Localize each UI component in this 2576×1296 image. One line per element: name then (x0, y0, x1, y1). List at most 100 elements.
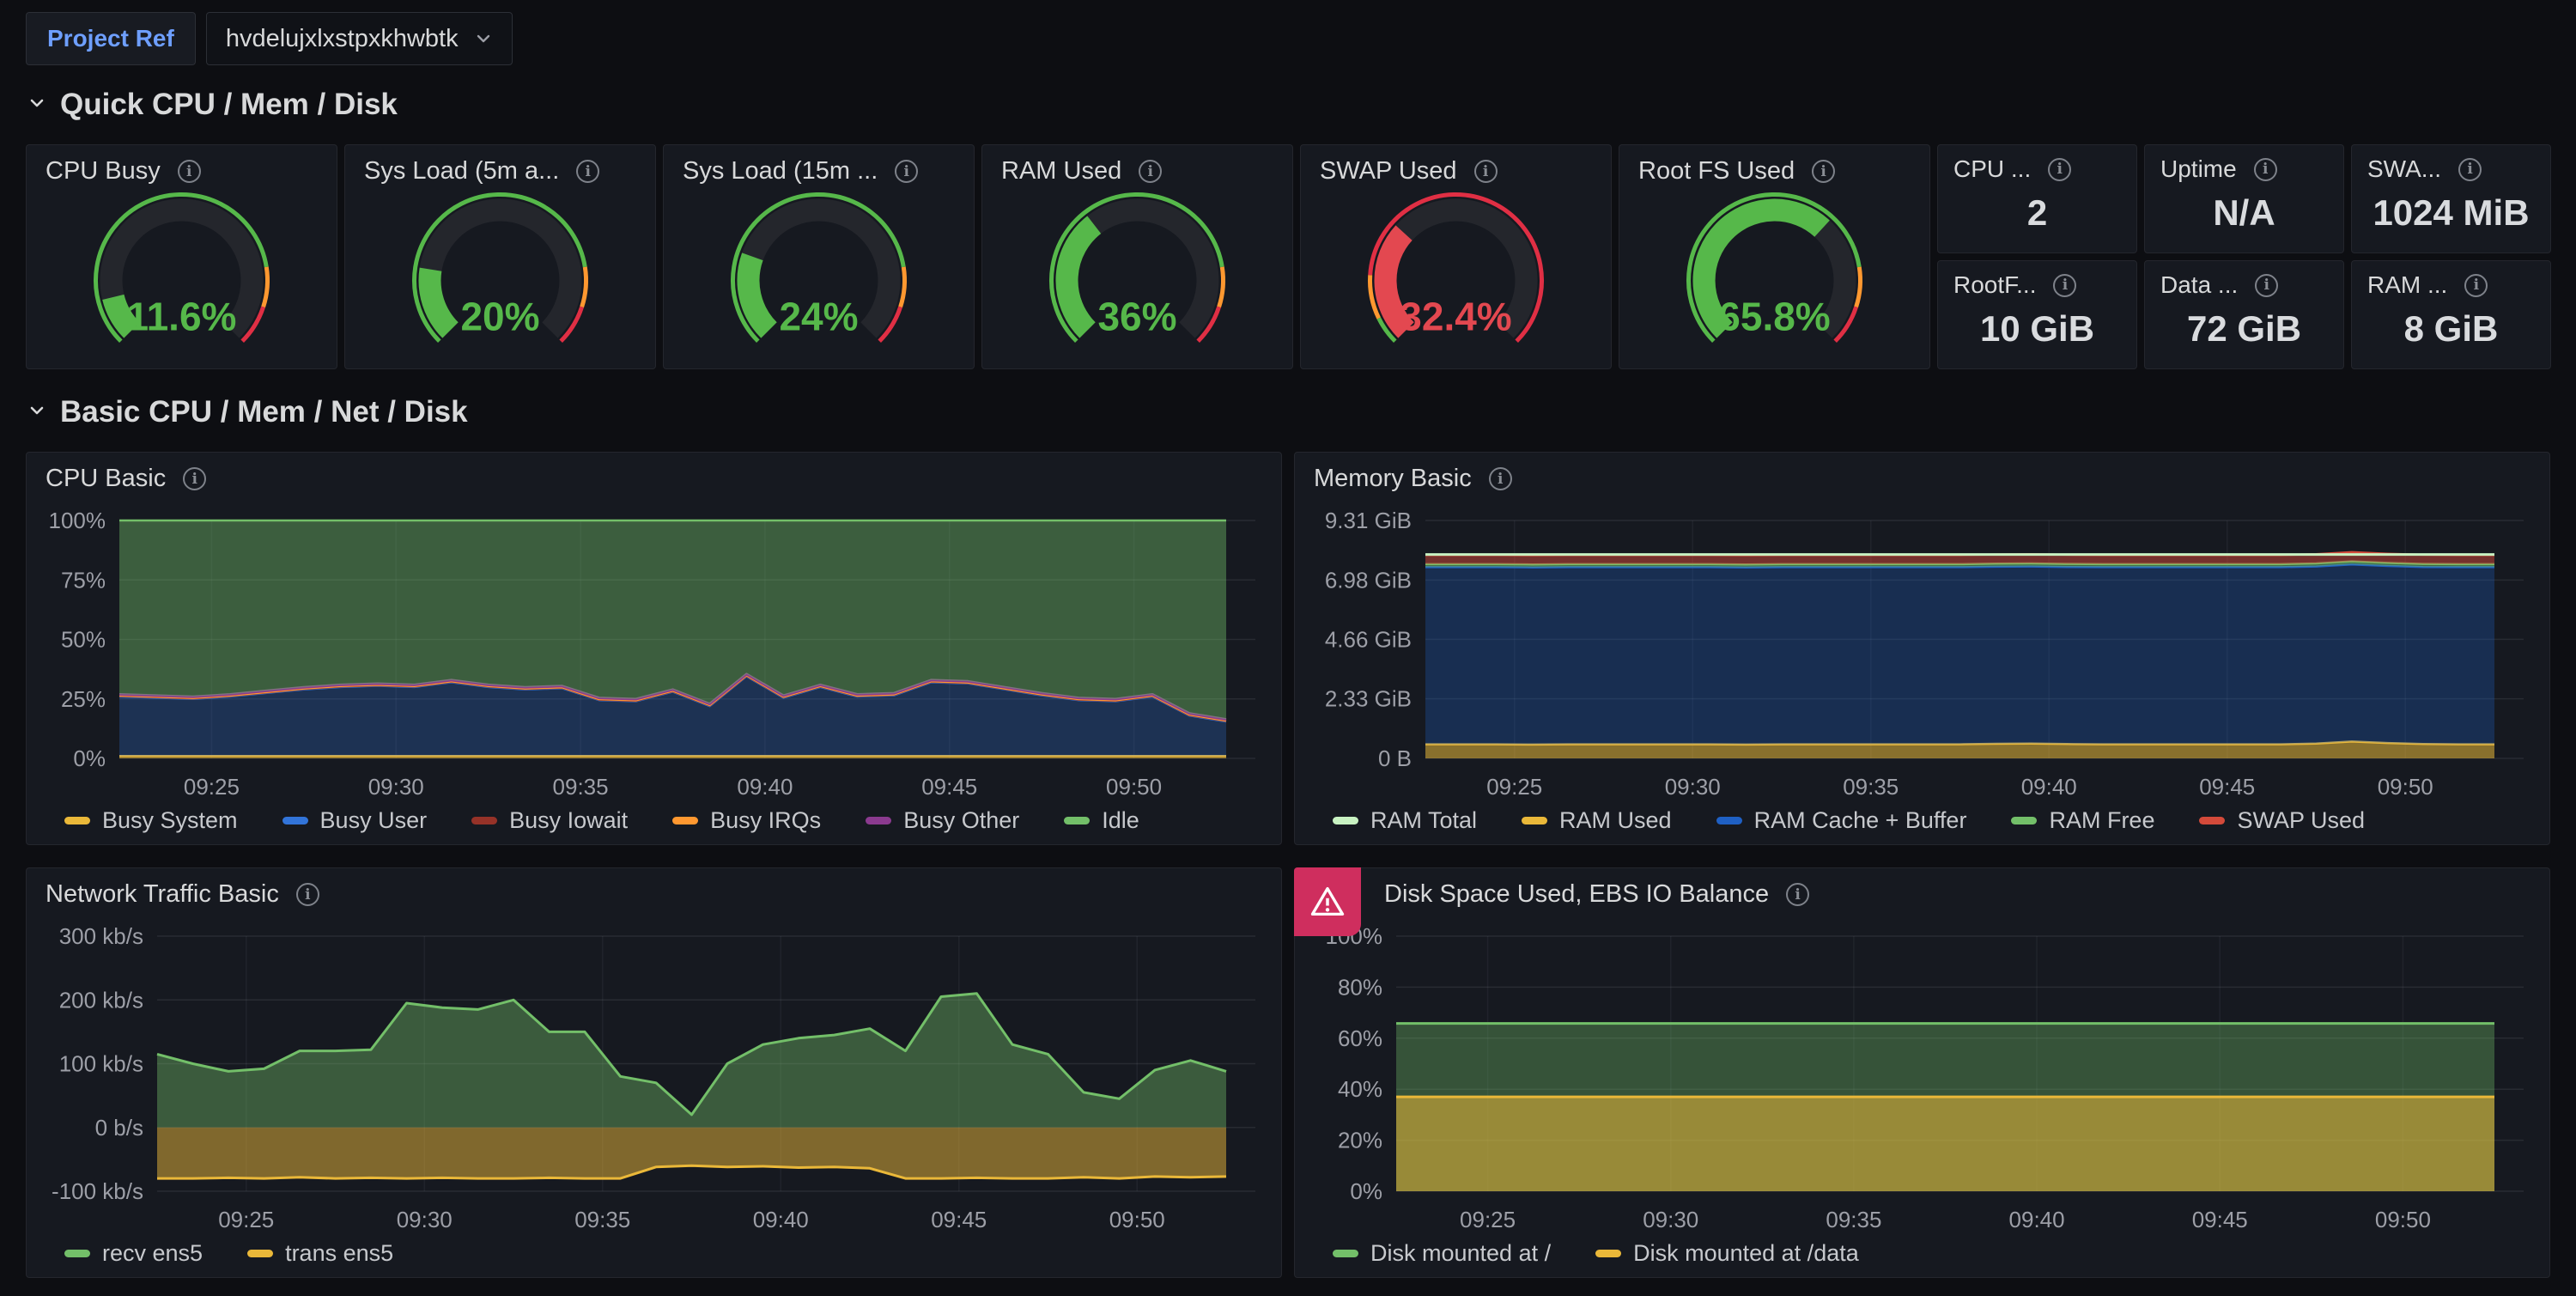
panel-header[interactable]: CPU Basic (27, 453, 1281, 496)
panel-header[interactable]: SWA... (2352, 145, 2550, 183)
legend-item[interactable]: Idle (1064, 807, 1139, 834)
info-icon[interactable] (1812, 160, 1835, 183)
info-icon[interactable] (576, 160, 599, 183)
panel-sys-load-15m: Sys Load (15m ... 24% (663, 144, 975, 369)
legend-item[interactable]: Busy Other (866, 807, 1019, 834)
info-icon[interactable] (2254, 158, 2277, 181)
chevron-down-icon (26, 399, 48, 426)
legend-label: Busy User (320, 807, 428, 834)
memory-basic-chart[interactable]: 0 B2.33 GiB4.66 GiB6.98 GiB9.31 GiB09:25… (1295, 496, 2549, 803)
panel-header[interactable]: RootF... (1938, 261, 2136, 299)
legend-item[interactable]: RAM Cache + Buffer (1716, 807, 1967, 834)
gauge-value: 32.4% (1400, 295, 1511, 339)
x-axis-label: 09:50 (1109, 1207, 1165, 1232)
panel-header[interactable]: Disk Space Used, EBS IO Balance (1295, 868, 2549, 912)
y-axis-label: 300 kb/s (59, 923, 143, 949)
info-icon[interactable] (1474, 160, 1498, 183)
gauge-svg: 20% (345, 189, 655, 368)
info-icon[interactable] (183, 467, 206, 490)
alert-warning-badge[interactable] (1294, 867, 1361, 936)
legend-swatch (1333, 817, 1358, 824)
legend-swatch (64, 817, 90, 824)
info-icon[interactable] (178, 160, 201, 183)
panel-header[interactable]: Uptime (2145, 145, 2343, 183)
legend-label: RAM Total (1370, 807, 1477, 834)
panel-header[interactable]: SWAP Used (1301, 145, 1611, 189)
info-icon[interactable] (2053, 274, 2076, 297)
ram-used-gauge: 36% (982, 189, 1292, 368)
info-icon[interactable] (1786, 883, 1809, 906)
panel-title: Sys Load (15m ... (683, 157, 878, 186)
panel-header[interactable]: RAM ... (2352, 261, 2550, 299)
legend-swatch (247, 1250, 273, 1257)
panel-root-fs-used: Root FS Used 65.8% (1619, 144, 1930, 369)
charts-row-1: CPU Basic 0%25%50%75%100%09:2509:3009:35… (26, 452, 2550, 845)
panel-title: Uptime (2160, 155, 2237, 183)
panel-header[interactable]: CPU Busy (27, 145, 337, 189)
project-ref-value: hvdelujxlxstpxkhwbtk (226, 25, 459, 53)
legend-item[interactable]: Busy System (64, 807, 238, 834)
legend-item[interactable]: Disk mounted at /data (1595, 1240, 1859, 1267)
info-icon[interactable] (2458, 158, 2482, 181)
panel-header[interactable]: RAM Used (982, 145, 1292, 189)
chart-legend: Busy System Busy User Busy Iowait Busy IRQs… (27, 803, 1281, 844)
info-icon[interactable] (1489, 467, 1512, 490)
y-axis-label: 0% (73, 745, 106, 771)
stat-column-1: CPU ... 2 RootF... 10 GiB (1937, 144, 2137, 369)
panel-header[interactable]: Sys Load (15m ... (664, 145, 974, 189)
section-header-quick[interactable]: Quick CPU / Mem / Disk (26, 84, 2550, 125)
legend-swatch (866, 817, 891, 824)
panel-cpu-cores: CPU ... 2 (1937, 144, 2137, 253)
network-traffic-chart[interactable]: -100 kb/s0 b/s100 kb/s200 kb/s300 kb/s09… (27, 912, 1281, 1236)
legend-item[interactable]: recv ens5 (64, 1240, 203, 1267)
cpu-basic-chart[interactable]: 0%25%50%75%100%09:2509:3009:3509:4009:45… (27, 496, 1281, 803)
info-icon[interactable] (2255, 274, 2278, 297)
info-icon[interactable] (2048, 158, 2071, 181)
legend-item[interactable]: Disk mounted at / (1333, 1240, 1551, 1267)
section-header-basic[interactable]: Basic CPU / Mem / Net / Disk (26, 392, 2550, 433)
panel-title: CPU Busy (46, 157, 161, 186)
panel-header[interactable]: Root FS Used (1619, 145, 1929, 189)
panel-ram-used: RAM Used 36% (981, 144, 1293, 369)
y-axis-label: 40% (1338, 1076, 1382, 1102)
info-icon[interactable] (1139, 160, 1162, 183)
legend-swatch (2199, 817, 2225, 824)
panel-header[interactable]: Network Traffic Basic (27, 868, 1281, 912)
legend-item[interactable]: Busy IRQs (672, 807, 821, 834)
panel-title: RootF... (1953, 271, 2036, 299)
panel-header[interactable]: Data ... (2145, 261, 2343, 299)
legend-item[interactable]: RAM Used (1522, 807, 1672, 834)
info-icon[interactable] (895, 160, 918, 183)
chevron-down-icon (26, 92, 48, 119)
panel-title: Network Traffic Basic (46, 880, 279, 909)
x-axis-label: 09:30 (368, 774, 424, 800)
legend-label: Busy IRQs (710, 807, 821, 834)
gauge-row: CPU Busy 11.6% Sys Load (5m a... 20% Sys… (26, 144, 2550, 369)
panel-header[interactable]: CPU ... (1938, 145, 2136, 183)
x-axis-label: 09:50 (1106, 774, 1162, 800)
y-axis-label: 60% (1338, 1025, 1382, 1051)
legend-item[interactable]: Busy Iowait (471, 807, 628, 834)
legend-item[interactable]: RAM Total (1333, 807, 1477, 834)
gauge-value: 24% (779, 295, 858, 339)
x-axis-label: 09:40 (2021, 774, 2077, 800)
project-ref-dropdown[interactable]: hvdelujxlxstpxkhwbtk (206, 12, 513, 65)
panel-header[interactable]: Sys Load (5m a... (345, 145, 655, 189)
panel-header[interactable]: Memory Basic (1295, 453, 2549, 496)
legend-item[interactable]: Busy User (283, 807, 428, 834)
y-axis-label: 2.33 GiB (1325, 686, 1412, 712)
x-axis-label: 09:25 (1460, 1207, 1516, 1232)
legend-swatch (1333, 1250, 1358, 1257)
legend-label: Busy Iowait (509, 807, 628, 834)
panel-swap-total: SWA... 1024 MiB (2351, 144, 2551, 253)
legend-label: recv ens5 (102, 1240, 203, 1267)
info-icon[interactable] (296, 883, 319, 906)
disk-space-chart[interactable]: 0%20%40%60%80%100%09:2509:3009:3509:4009… (1295, 912, 2549, 1236)
x-axis-label: 09:30 (1665, 774, 1721, 800)
legend-item[interactable]: RAM Free (2011, 807, 2154, 834)
legend-item[interactable]: trans ens5 (247, 1240, 393, 1267)
info-icon[interactable] (2464, 274, 2488, 297)
legend-item[interactable]: SWAP Used (2199, 807, 2365, 834)
legend-swatch (283, 817, 308, 824)
warning-triangle-icon (1309, 884, 1346, 920)
